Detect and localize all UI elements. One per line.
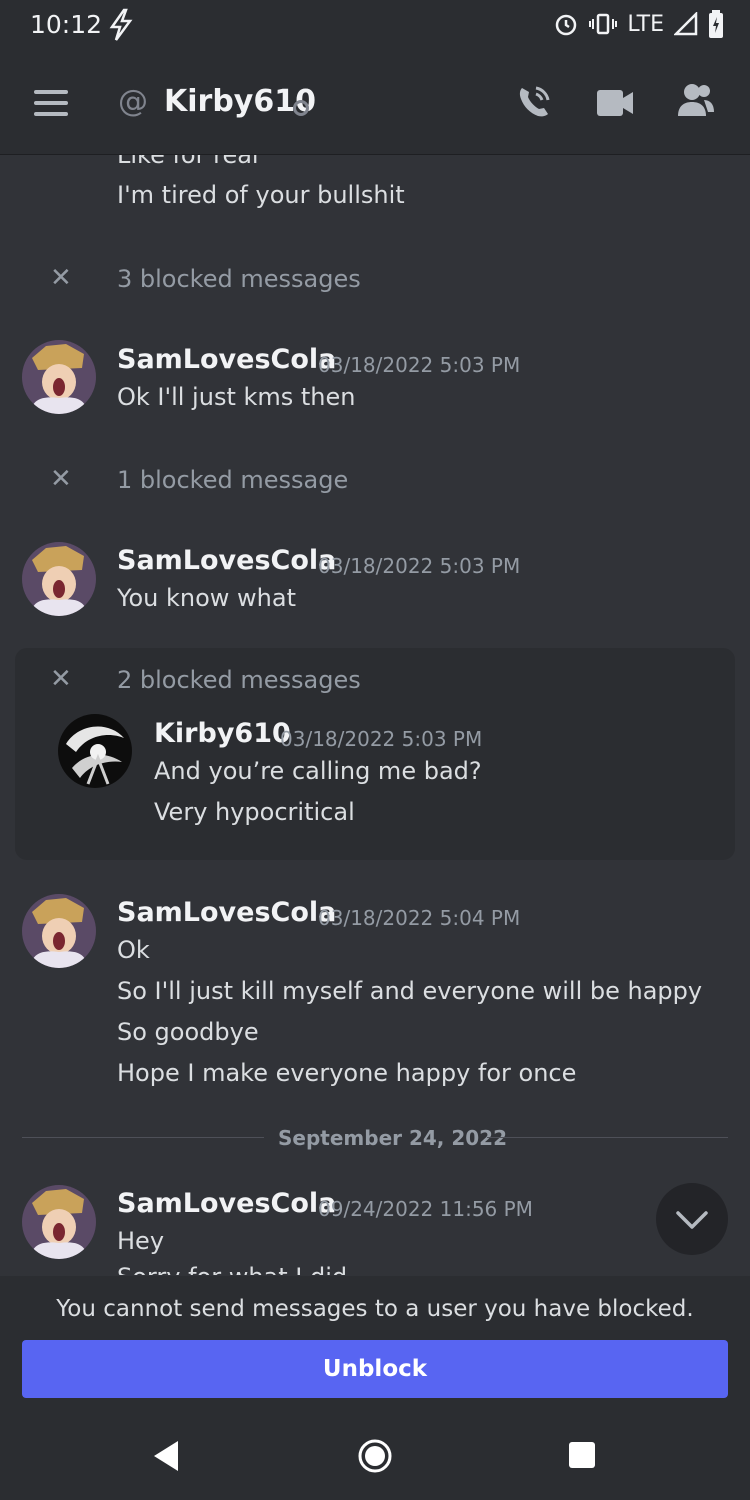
jump-to-present-button[interactable] [656,1183,728,1255]
message-line: Very hypocritical [154,798,355,826]
blocked-footer: You cannot send messages to a user you h… [0,1276,750,1410]
recents-icon[interactable] [567,1440,597,1470]
message-list[interactable]: Like for real I'm tired of your bullshit… [0,155,750,1275]
blocked-messages-row[interactable]: ✕ 3 blocked messages [0,261,750,301]
blocked-messages-label: 1 blocked message [117,466,349,494]
chevron-down-icon [676,1211,708,1229]
message-line: Like for real [117,155,259,169]
divider-line [487,1137,728,1138]
offline-status-icon [293,100,309,116]
charging-bolt-icon [109,8,133,41]
video-call-icon[interactable] [595,88,635,118]
message-line: I'm tired of your bullshit [117,181,405,209]
blocked-notice: You cannot send messages to a user you h… [56,1296,694,1322]
back-icon[interactable] [150,1439,182,1473]
message-line: Ok [117,936,150,964]
message-line: Hey [117,1227,165,1255]
message-line: Sorry for what I did [117,1263,347,1275]
signal-icon [674,12,698,36]
status-icons: LTE [553,10,724,38]
avatar[interactable] [22,894,96,968]
message-username[interactable]: SamLovesCola [117,344,336,375]
message-username[interactable]: Kirby610 [154,718,291,749]
system-navigation-bar [0,1410,750,1500]
close-icon[interactable]: ✕ [50,664,72,694]
avatar[interactable] [22,340,96,414]
blocked-messages-label[interactable]: 2 blocked messages [117,666,361,694]
message-timestamp: 03/18/2022 5:03 PM [280,727,483,751]
at-sign-icon: @ [118,84,148,119]
network-type: LTE [627,11,664,37]
battery-icon [709,10,723,38]
message-timestamp: 09/24/2022 11:56 PM [318,1197,533,1221]
close-icon[interactable]: ✕ [50,464,72,494]
message-line: And you’re calling me bad? [154,757,482,785]
status-bar: 10:12 LTE [0,0,750,52]
dm-header: @ Kirby610 [0,52,750,155]
alarm-icon [556,14,577,36]
message-username[interactable]: SamLovesCola [117,545,336,576]
message-timestamp: 03/18/2022 5:03 PM [318,554,521,578]
message-line: You know what [117,584,297,612]
message-username[interactable]: SamLovesCola [117,1188,336,1219]
message-timestamp: 03/18/2022 5:04 PM [318,906,521,930]
message-line: So goodbye [117,1018,259,1046]
message-line: So I'll just kill myself and everyone wi… [117,977,703,1005]
close-icon[interactable]: ✕ [50,263,72,293]
members-icon[interactable] [676,82,716,118]
avatar[interactable] [58,714,132,788]
unblock-button[interactable]: Unblock [22,1340,728,1398]
message-username[interactable]: SamLovesCola [117,897,336,928]
message-line: Ok I'll just kms then [117,383,356,411]
divider-line [22,1137,264,1138]
message-line: Hope I make everyone happy for once [117,1059,577,1087]
date-divider: September 24, 2022 [278,1126,508,1150]
message-timestamp: 03/18/2022 5:03 PM [318,353,521,377]
avatar[interactable] [22,542,96,616]
home-icon[interactable] [357,1438,393,1474]
channel-title: Kirby610 [164,84,316,119]
menu-icon[interactable] [34,90,68,116]
status-time: 10:12 [30,10,103,39]
avatar[interactable] [22,1185,96,1259]
voice-call-icon[interactable] [514,82,554,122]
blocked-messages-row[interactable]: ✕ 1 blocked message [0,462,750,502]
vibrate-icon [589,13,618,35]
blocked-messages-group: ✕ 2 blocked messages Kirby610 03/18/2022… [15,648,735,860]
blocked-messages-label: 3 blocked messages [117,265,361,293]
